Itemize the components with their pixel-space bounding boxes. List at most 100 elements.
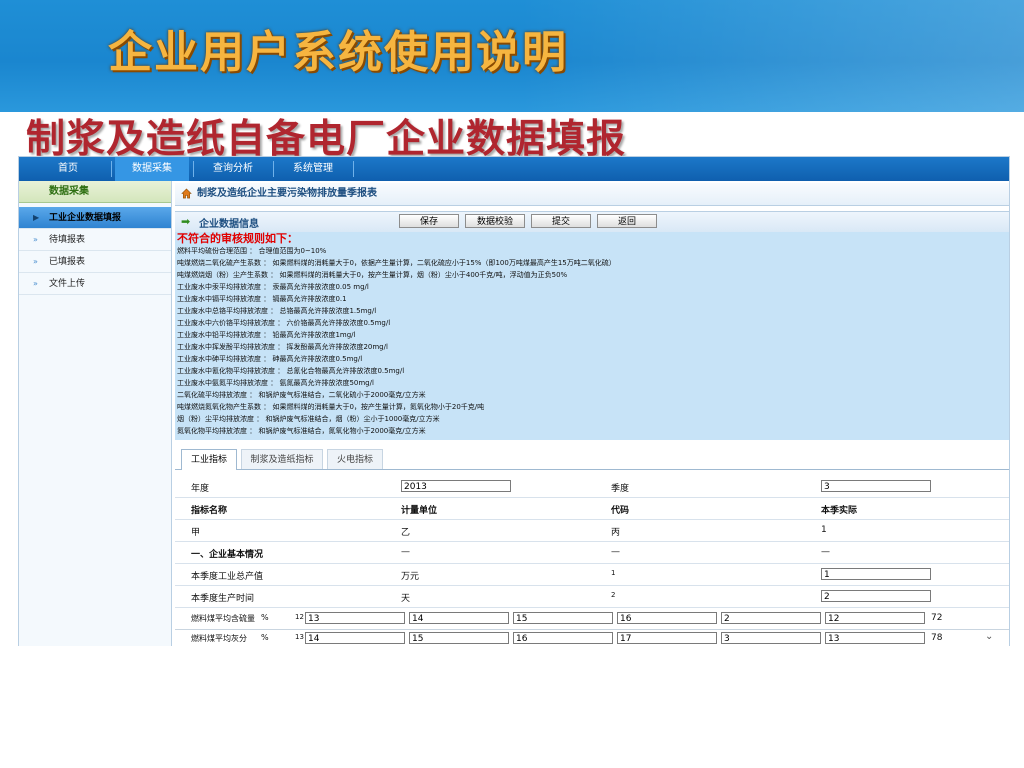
nav-data-collection[interactable]: 数据采集 — [115, 157, 189, 181]
value-input[interactable]: 13 — [825, 632, 925, 644]
tab-bar: 工业指标 制浆及造纸指标 火电指标 — [175, 445, 1009, 470]
quarter-label: 季度 — [611, 484, 630, 494]
quarter-input[interactable]: 3 — [821, 480, 931, 492]
indicator-code: 1 — [611, 569, 616, 577]
sidebar-item-file-upload[interactable]: » 文件上传 — [19, 273, 171, 295]
table-row: 甲 乙 丙 1 — [175, 519, 1009, 542]
table-row: 燃料煤平均含硫量 % 12 13 14 15 16 2 12 72 — [175, 609, 1009, 630]
tab-pulp-paper[interactable]: 制浆及造纸指标 — [241, 449, 323, 469]
tab-thermal-power[interactable]: 火电指标 — [327, 449, 383, 469]
column-header: 计量单位 — [401, 506, 438, 516]
value-input[interactable]: 2 — [721, 612, 821, 624]
rule-line: 烟（粉）尘平均排放浓度 ： 和锅炉废气标准结合，烟（粉）尘小于1000毫克/立方… — [177, 415, 440, 423]
table-cell: 1 — [821, 525, 827, 535]
table-cell: — — [821, 547, 830, 557]
rule-line: 工业废水中铅平均排放浓度 ： 铅最高允许排放浓度1mg/l — [177, 331, 356, 339]
banner-shine — [520, 0, 1024, 112]
slide-title: 企业用户系统使用说明 — [108, 27, 568, 78]
home-icon — [181, 188, 192, 199]
table-cell: 乙 — [401, 528, 411, 538]
rule-line: 吨煤燃烧二氧化硫产生系数 ： 如果燃料煤的消耗量大于0，依据产生量计算，二氧化硫… — [177, 259, 616, 267]
indicator-name: 本季度工业总产值 — [191, 572, 264, 582]
table-row: 年度 2013 季度 3 — [175, 475, 1009, 498]
back-button[interactable]: 返回 — [597, 214, 657, 228]
slide-blank-area — [0, 646, 1024, 768]
sidebar-item-filled[interactable]: » 已填报表 — [19, 251, 171, 273]
table-row: 本季度生产时间 天 2 2 — [175, 585, 1009, 608]
indicator-name: 本季度生产时间 — [191, 594, 255, 604]
column-header: 代码 — [611, 506, 630, 516]
sidebar-item-label: 工业企业数据填报 — [49, 213, 122, 223]
rule-line: 氮氧化物平均排放浓度 ： 和锅炉废气标准结合，氮氧化物小于2000毫克/立方米 — [177, 427, 426, 435]
scroll-down-icon[interactable]: ⌄ — [985, 631, 993, 642]
nav-separator — [353, 161, 354, 177]
year-input[interactable]: 2013 — [401, 480, 511, 492]
table-row: 本季度工业总产值 万元 1 1 — [175, 563, 1009, 586]
sidebar-header: 数据采集 — [19, 181, 171, 203]
rule-line: 工业废水中总铬平均排放浓度 ： 总铬最高允许排放浓度1.5mg/l — [177, 307, 377, 315]
arrow-right-icon: ➡ — [181, 215, 191, 228]
nav-query-analysis[interactable]: 查询分析 — [195, 157, 271, 181]
sidebar: 数据采集 ▶ 工业企业数据填报 » 待填报表 » 已填报表 » 文件上传 — [19, 181, 172, 651]
value-input[interactable]: 15 — [513, 612, 613, 624]
value-input[interactable]: 1 — [821, 568, 931, 580]
value-input[interactable]: 12 — [825, 612, 925, 624]
indicator-unit: % — [261, 613, 269, 622]
rule-line: 吨煤燃烧烟（粉）尘产生系数 ： 如果燃料煤的消耗量大于0，按产生量计算，烟（粉）… — [177, 271, 568, 279]
submit-button[interactable]: 提交 — [531, 214, 591, 228]
nav-home[interactable]: 首页 — [33, 157, 103, 181]
double-chevron-icon: » — [33, 279, 38, 288]
nav-system-management[interactable]: 系统管理 — [275, 157, 351, 181]
info-label: 企业数据信息 — [199, 219, 259, 230]
value-input[interactable]: 14 — [305, 632, 405, 644]
value-input[interactable]: 3 — [721, 632, 821, 644]
table-cell: 丙 — [611, 528, 621, 538]
indicator-code: 2 — [611, 591, 616, 599]
sidebar-item-pending[interactable]: » 待填报表 — [19, 229, 171, 251]
column-header: 指标名称 — [191, 506, 228, 516]
table-section-row: 一、企业基本情况 — — — — [175, 541, 1009, 564]
rules-title: 不符合的审核规则如下： — [177, 232, 298, 245]
table-cell: 72 — [931, 613, 943, 623]
top-nav: 首页 数据采集 查询分析 系统管理 — [19, 157, 1009, 181]
value-input[interactable]: 16 — [617, 612, 717, 624]
column-header: 本季实际 — [821, 506, 858, 516]
value-input[interactable]: 13 — [305, 612, 405, 624]
validation-rules-panel: 不符合的审核规则如下： 燃料平均硫份合理范围 ： 合理值范围为0~10% 吨煤燃烧… — [175, 232, 1009, 440]
rule-line: 燃料平均硫份合理范围 ： 合理值范围为0~10% — [177, 247, 327, 255]
indicator-unit: 天 — [401, 594, 411, 604]
table-header-row: 指标名称 计量单位 代码 本季实际 — [175, 497, 1009, 520]
section-title: 一、企业基本情况 — [191, 550, 264, 560]
verify-button[interactable]: 数据校验 — [465, 214, 525, 228]
sidebar-item-label: 已填报表 — [49, 257, 86, 267]
nav-separator — [273, 161, 274, 177]
nav-separator — [193, 161, 194, 177]
value-input[interactable]: 16 — [513, 632, 613, 644]
indicator-unit: 万元 — [401, 572, 420, 582]
rule-line: 吨煤燃烧氮氧化物产生系数 ： 如果燃料煤的消耗量大于0，按产生量计算，氮氧化物小… — [177, 403, 485, 411]
rule-line: 工业废水中挥发酚平均排放浓度 ： 挥发酚最高允许排放浓度20mg/l — [177, 343, 388, 351]
rule-line: 工业废水中砷平均排放浓度 ： 砷最高允许排放浓度0.5mg/l — [177, 355, 363, 363]
table-cell: 78 — [931, 633, 943, 643]
rule-line: 工业废水中六价铬平均排放浓度 ： 六价铬最高允许排放浓度0.5mg/l — [177, 319, 391, 327]
value-input[interactable]: 17 — [617, 632, 717, 644]
rule-line: 工业废水中汞平均排放浓度 ： 汞最高允许排放浓度0.05 mg/l — [177, 283, 369, 291]
slide-banner: 企业用户系统使用说明 — [0, 0, 1024, 112]
tab-industrial[interactable]: 工业指标 — [181, 449, 237, 470]
rule-line: 工业废水中氨氮平均排放浓度 ： 氨氮最高允许排放浓度50mg/l — [177, 379, 374, 387]
table-cell: 甲 — [191, 528, 201, 538]
rule-line: 二氧化硫平均排放浓度 ： 和锅炉废气标准结合，二氧化硫小于2000毫克/立方米 — [177, 391, 426, 399]
chevron-right-icon: ▶ — [33, 213, 40, 222]
app-screenshot: 首页 数据采集 查询分析 系统管理 数据采集 ▶ 工业企业数据填报 » 待填报表… — [18, 156, 1010, 652]
sidebar-item-label: 文件上传 — [49, 279, 86, 289]
sidebar-item-label: 待填报表 — [49, 235, 86, 245]
indicator-unit: % — [261, 633, 269, 642]
value-input[interactable]: 2 — [821, 590, 931, 602]
sidebar-item-enterprise-fill[interactable]: ▶ 工业企业数据填报 — [19, 207, 171, 229]
value-input[interactable]: 15 — [409, 632, 509, 644]
save-button[interactable]: 保存 — [399, 214, 459, 228]
table-cell: — — [611, 547, 620, 557]
value-input[interactable]: 14 — [409, 612, 509, 624]
nav-separator — [111, 161, 112, 177]
double-chevron-icon: » — [33, 257, 38, 266]
